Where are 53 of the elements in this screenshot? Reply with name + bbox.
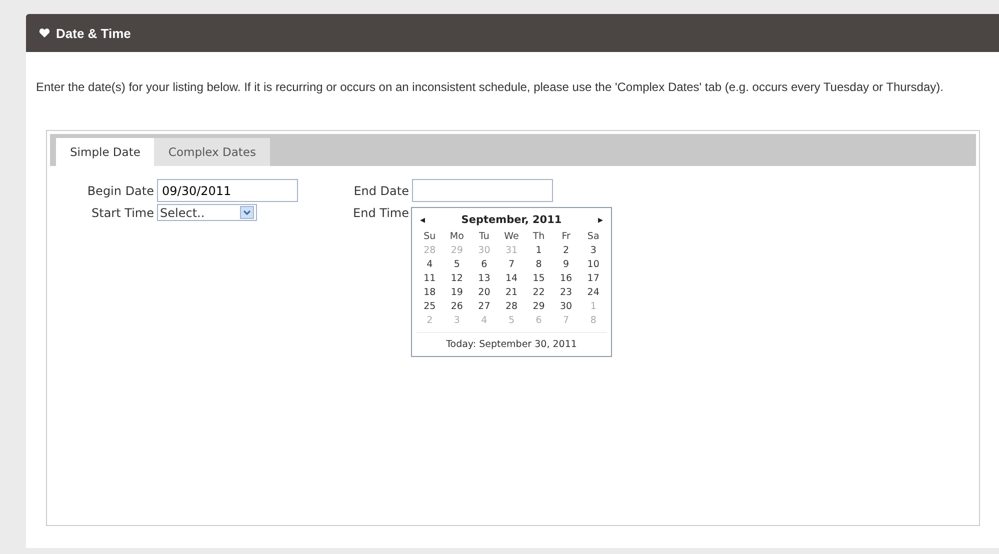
calendar-day[interactable]: 2 [552, 245, 580, 256]
calendar-day[interactable]: 19 [443, 287, 471, 298]
weekday-label: Tu [478, 231, 490, 242]
calendar-day[interactable]: 28 [498, 301, 526, 312]
month-title: September, 2011 [461, 214, 562, 226]
today-link[interactable]: Today: September 30, 2011 [416, 332, 607, 353]
calendar-day[interactable]: 27 [470, 301, 498, 312]
field-label: End Date [354, 184, 409, 198]
calendar-day[interactable]: 15 [525, 273, 552, 284]
weekday-label: Su [422, 231, 437, 242]
calendar-day[interactable]: 4 [416, 259, 444, 270]
date-field[interactable]: 09/30/2011 [157, 179, 298, 202]
weekday-label: Th [532, 231, 546, 242]
field-label: Start Time [92, 206, 154, 220]
calendar-day[interactable]: 7 [498, 259, 526, 270]
calendar-day[interactable]: 30 [552, 301, 580, 312]
weekday-label: Fr [560, 231, 572, 242]
panel-title: Date & Time [56, 26, 131, 40]
calendar-day[interactable]: 20 [470, 287, 498, 298]
field-label: Begin Date [87, 184, 154, 198]
tab[interactable]: Simple Date [56, 138, 154, 166]
calendar-day[interactable]: 11 [416, 273, 444, 284]
weekday-label: Mo [448, 231, 465, 242]
weekday-label: Sa [586, 231, 600, 242]
calendar-day[interactable]: 18 [416, 287, 444, 298]
calendar-day[interactable]: 24 [580, 287, 607, 298]
calendar-day[interactable]: 3 [580, 245, 607, 256]
calendar-day[interactable]: 10 [580, 259, 607, 270]
calendar-day[interactable]: 8 [525, 259, 552, 270]
time-dropdown[interactable]: Select.. [157, 204, 257, 221]
calendar-day[interactable]: 17 [580, 273, 607, 284]
calendar-day[interactable]: 25 [416, 301, 444, 312]
calendar-day[interactable]: 1 [525, 245, 552, 256]
tab[interactable]: Complex Dates [154, 138, 270, 166]
calendar-day[interactable]: 14 [498, 273, 526, 284]
calendar-day[interactable]: 21 [498, 287, 526, 298]
calendar-day[interactable]: 13 [470, 273, 498, 284]
field-label: End Time [353, 206, 409, 220]
calendar-day[interactable]: 6 [470, 259, 498, 270]
calendar-day[interactable]: 12 [443, 273, 471, 284]
next-month-button[interactable]: ▸ [598, 214, 603, 226]
calendar-day[interactable]: 5 [443, 259, 471, 270]
prev-month-button[interactable]: ◂ [420, 214, 426, 226]
calendar-day[interactable]: 26 [443, 301, 471, 312]
calendar-day[interactable]: 16 [552, 273, 580, 284]
calendar-day[interactable]: 9 [552, 259, 580, 270]
intro-text: Enter the date(s) for your listing below. If it is recurring or occurs on an inconsistent schedule, please use the 'Complex Dates' tab (e.g. occurs every Tuesday or Thursday). [36, 80, 944, 94]
calendar-day[interactable]: 29 [525, 301, 552, 312]
calendar-day[interactable]: 23 [552, 287, 580, 298]
weekday-label: We [503, 231, 520, 242]
calendar-day[interactable]: 22 [525, 287, 552, 298]
date-field[interactable] [412, 179, 553, 202]
heart-icon [39, 28, 50, 38]
